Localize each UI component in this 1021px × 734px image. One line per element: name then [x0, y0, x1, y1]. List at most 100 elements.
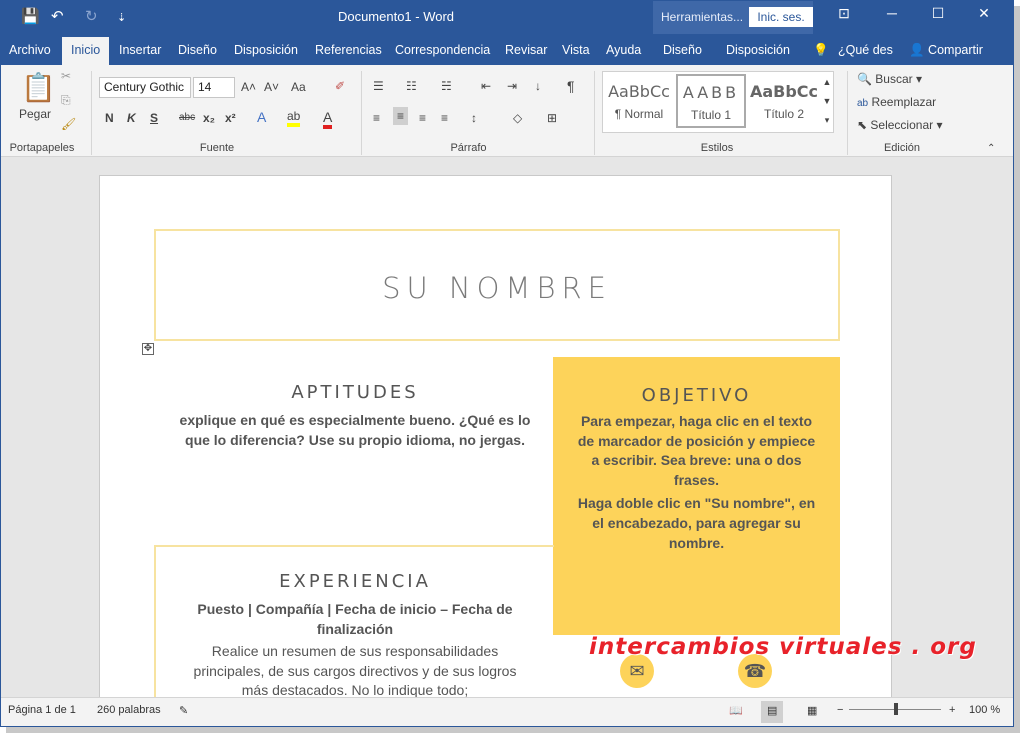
- text-effects-icon[interactable]: A: [257, 109, 266, 125]
- cut-icon[interactable]: ✂: [61, 69, 71, 83]
- paragraph-group-label: Párrafo: [450, 142, 487, 154]
- show-marks-icon[interactable]: ¶: [567, 78, 575, 94]
- strikethrough-button[interactable]: abc: [179, 112, 195, 123]
- tell-me-search[interactable]: ¿Qué des: [838, 43, 893, 57]
- tab-correspondencia[interactable]: Correspondencia: [395, 43, 490, 57]
- minimize-button[interactable]: ─: [877, 5, 907, 21]
- zoom-level[interactable]: 100 %: [969, 704, 1000, 716]
- borders-icon[interactable]: ⊞: [547, 111, 557, 125]
- proofing-icon[interactable]: ✎: [179, 704, 188, 717]
- bullets-icon[interactable]: ☰: [373, 79, 384, 93]
- web-layout-icon[interactable]: ▦: [807, 704, 817, 717]
- objective-text-2[interactable]: Haga doble clic en "Su nombre", en el en…: [573, 493, 820, 553]
- tab-insertar[interactable]: Insertar: [119, 43, 161, 57]
- multilevel-list-icon[interactable]: ☵: [441, 79, 452, 93]
- style-sample: AaBbCc: [749, 82, 819, 101]
- shading-icon[interactable]: ◇: [513, 111, 522, 125]
- name-field[interactable]: SU NOMBRE: [156, 271, 838, 305]
- styles-scroll[interactable]: ▲ ▼ ▾: [821, 73, 833, 130]
- tab-diseno[interactable]: Diseño: [178, 43, 217, 57]
- tab-revisar[interactable]: Revisar: [505, 43, 547, 57]
- find-button[interactable]: 🔍 Buscar ▾: [857, 72, 922, 86]
- experience-position[interactable]: Puesto | Compañía | Fecha de inicio – Fe…: [175, 599, 535, 639]
- increase-indent-icon[interactable]: ⇥: [507, 79, 517, 93]
- objective-heading[interactable]: OBJETIVO: [553, 385, 840, 406]
- skills-text[interactable]: explique en qué es especialmente bueno. …: [175, 410, 535, 450]
- superscript-button[interactable]: x²: [225, 111, 236, 125]
- copy-icon[interactable]: ⎘: [61, 93, 71, 108]
- styles-group-label: Estilos: [700, 142, 734, 154]
- page-count[interactable]: Página 1 de 1: [8, 704, 76, 716]
- zoom-out-button[interactable]: −: [837, 704, 843, 716]
- font-name-combo[interactable]: Century Gothic: [99, 77, 191, 98]
- style-normal[interactable]: AaBbCc ¶ Normal: [604, 73, 674, 129]
- sign-in-button[interactable]: Inic. ses.: [749, 7, 813, 27]
- style-name: Título 1: [690, 108, 732, 122]
- word-count[interactable]: 260 palabras: [97, 704, 161, 716]
- subscript-button[interactable]: x₂: [203, 111, 215, 125]
- style-title2[interactable]: AaBbCc Título 2: [749, 73, 819, 129]
- contextual-tools-label: Herramientas...: [661, 10, 744, 24]
- document-page[interactable]: SU NOMBRE APTITUDES explique en qué es e…: [99, 175, 892, 697]
- ribbon-display-icon[interactable]: ⊡: [829, 5, 859, 22]
- tab-disposicion[interactable]: Disposición: [234, 43, 298, 57]
- tab-referencias[interactable]: Referencias: [315, 43, 382, 57]
- experience-description[interactable]: Realice un resumen de sus responsabilida…: [185, 642, 525, 697]
- experience-heading[interactable]: EXPERIENCIA: [160, 571, 550, 592]
- tab-ayuda[interactable]: Ayuda: [606, 43, 641, 57]
- change-case-icon[interactable]: Aa: [291, 80, 306, 94]
- zoom-slider-thumb[interactable]: [894, 703, 898, 715]
- paste-icon[interactable]: 📋: [21, 71, 56, 104]
- lightbulb-icon[interactable]: 💡: [813, 43, 829, 58]
- tab-vista[interactable]: Vista: [562, 43, 590, 57]
- sort-icon[interactable]: ↓: [535, 79, 541, 93]
- justify-icon[interactable]: ≡: [441, 111, 448, 125]
- style-sample: AABB: [682, 83, 740, 102]
- decrease-indent-icon[interactable]: ⇤: [481, 79, 491, 93]
- font-color-icon[interactable]: A: [323, 109, 333, 129]
- find-label: Buscar: [875, 72, 913, 86]
- replace-button[interactable]: ab Reemplazar: [857, 95, 936, 109]
- format-painter-icon[interactable]: 🖌: [61, 117, 76, 131]
- skills-heading[interactable]: APTITUDES: [160, 382, 550, 403]
- style-name: Título 2: [763, 107, 805, 121]
- style-title1[interactable]: AABB Título 1: [676, 74, 746, 128]
- replace-icon: ab: [857, 98, 869, 109]
- ribbon: 📋 Pegar ✂ ⎘ 🖌 Portapapeles Century Gothi…: [1, 65, 1013, 157]
- align-center-icon[interactable]: ≡: [393, 107, 409, 125]
- separator: [847, 71, 848, 155]
- close-button[interactable]: ✕: [969, 5, 999, 22]
- font-size-combo[interactable]: 14: [193, 77, 235, 98]
- read-mode-icon[interactable]: 📖: [729, 704, 743, 717]
- italic-button[interactable]: K: [127, 111, 136, 125]
- style-name: ¶ Normal: [614, 107, 664, 121]
- highlight-icon[interactable]: ab: [287, 109, 301, 127]
- maximize-button[interactable]: ☐: [923, 5, 953, 22]
- print-layout-icon[interactable]: ▤: [761, 701, 784, 723]
- share-label: Compartir: [928, 43, 983, 57]
- title-bar: 💾 ↶ ↻ ⇣ Documento1 - Word: [1, 1, 1013, 34]
- tab-archivo[interactable]: Archivo: [9, 43, 51, 57]
- align-left-icon[interactable]: ≡: [373, 111, 380, 125]
- align-right-icon[interactable]: ≡: [419, 111, 426, 125]
- line-spacing-icon[interactable]: ↕: [471, 111, 477, 125]
- search-icon: 🔍: [857, 72, 872, 86]
- tab-table-design[interactable]: Diseño: [663, 43, 702, 57]
- tab-inicio[interactable]: Inicio: [62, 37, 110, 65]
- bold-button[interactable]: N: [105, 111, 114, 125]
- paste-button[interactable]: Pegar: [19, 107, 51, 121]
- cursor-icon: ⬉: [857, 118, 868, 132]
- shrink-font-icon[interactable]: A˅: [264, 80, 279, 94]
- zoom-in-button[interactable]: +: [949, 704, 955, 716]
- clear-format-icon[interactable]: ✐: [335, 79, 345, 93]
- share-button[interactable]: 👤 Compartir: [909, 43, 983, 58]
- grow-font-icon[interactable]: A˄: [241, 80, 256, 94]
- collapse-ribbon-icon[interactable]: ⌃: [987, 143, 995, 154]
- select-button[interactable]: ⬉ Seleccionar ▾: [857, 118, 942, 132]
- underline-button[interactable]: S: [150, 111, 158, 125]
- table-move-handle-icon[interactable]: ✥: [142, 343, 154, 355]
- numbering-icon[interactable]: ☷: [406, 79, 417, 93]
- objective-text-1[interactable]: Para empezar, haga clic en el texto de m…: [573, 412, 820, 490]
- header-name-box: SU NOMBRE: [154, 229, 840, 341]
- tab-table-layout[interactable]: Disposición: [726, 43, 790, 57]
